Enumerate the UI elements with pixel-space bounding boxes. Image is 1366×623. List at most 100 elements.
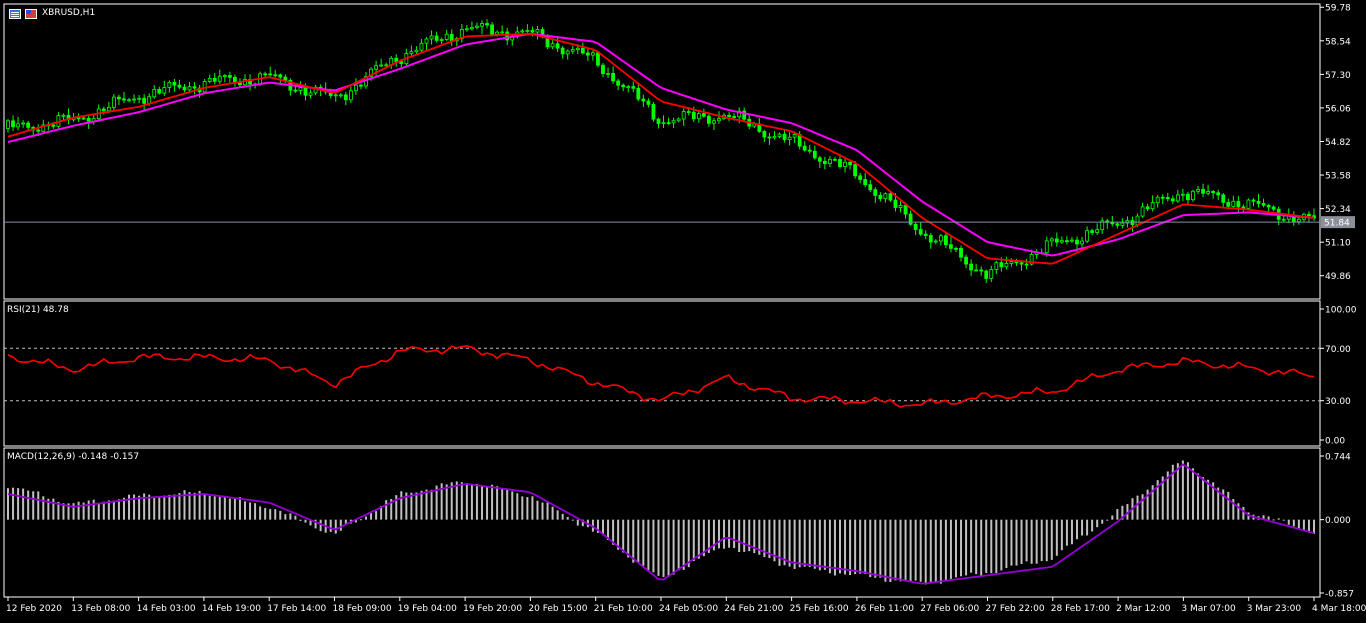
macd-bar	[178, 493, 181, 520]
macd-bar	[193, 492, 196, 520]
candle-body	[101, 108, 106, 112]
time-tick-label: 18 Feb 09:00	[333, 604, 392, 614]
macd-bar	[1186, 462, 1189, 520]
macd-bar	[657, 519, 660, 576]
chart-canvas[interactable]: 51.84 59.78 58.54 57.30 56.06 54.82 53.58 52.3…	[0, 0, 1366, 619]
macd-bar	[501, 488, 504, 520]
macd-bar	[163, 495, 166, 520]
macd-bar	[385, 500, 388, 520]
candle-body	[1266, 204, 1271, 208]
macd-bar	[833, 519, 836, 576]
macd-bar	[1020, 519, 1023, 564]
macd-bar	[642, 519, 645, 566]
candle-body	[666, 122, 671, 125]
macd-bar	[87, 500, 90, 520]
macd-bar	[1081, 519, 1084, 536]
macd-bar	[173, 494, 176, 520]
candle-body	[273, 74, 278, 77]
macd-bar	[37, 491, 40, 520]
macd-bar	[828, 519, 831, 574]
candle-body	[878, 194, 883, 200]
candle-body	[293, 89, 298, 92]
macd-bar	[243, 501, 246, 520]
candle-body	[485, 23, 489, 26]
macd-bar	[632, 519, 635, 563]
candle-body	[147, 96, 152, 104]
macd-bar	[970, 519, 973, 573]
macd-bar	[717, 519, 720, 549]
macd-bar	[223, 496, 226, 520]
candle-body	[1024, 263, 1029, 266]
candle-body	[152, 88, 157, 98]
candle-body	[359, 84, 363, 87]
chart-window[interactable]: 51.84 59.78 58.54 57.30 56.06 54.82 53.58 52.3…	[0, 0, 1366, 619]
candle-body	[1165, 197, 1170, 200]
candle-body	[651, 103, 656, 120]
macd-bar	[254, 503, 257, 520]
macd-bar	[1136, 495, 1139, 520]
candle-body	[701, 113, 706, 117]
macd-bar	[12, 487, 15, 520]
macd-bar	[475, 484, 478, 520]
candle-body	[51, 124, 56, 127]
macd-bar	[294, 515, 297, 520]
candle-body	[212, 77, 217, 82]
macd-bar	[97, 502, 100, 520]
macd-bar	[1030, 519, 1033, 564]
candle-body	[868, 184, 873, 191]
candle-body	[681, 111, 686, 120]
candle-body	[656, 118, 661, 124]
candle-body	[520, 30, 525, 33]
macd-bar	[370, 513, 373, 520]
candle-body	[81, 117, 86, 120]
candle-body	[964, 256, 968, 265]
macd-bar	[259, 506, 262, 520]
time-tick-label: 27 Feb 22:00	[986, 604, 1045, 614]
candle-body	[767, 136, 772, 139]
time-tick-label: 17 Feb 14:00	[267, 604, 326, 614]
candle-body	[384, 64, 389, 67]
macd-bar	[551, 506, 554, 520]
candle-body	[162, 87, 167, 94]
macd-bar	[1141, 494, 1144, 520]
macd-bar	[783, 519, 786, 566]
candle-body	[1090, 230, 1095, 233]
macd-bar	[491, 484, 494, 520]
macd-bar	[662, 519, 665, 577]
candle-body	[86, 117, 91, 122]
macd-bar	[480, 485, 483, 520]
candle-body	[192, 86, 197, 89]
candle-body	[979, 269, 984, 272]
macd-bar	[1040, 519, 1043, 562]
candle-body	[217, 75, 222, 82]
macd-bar	[1111, 515, 1114, 520]
macd-bar	[208, 495, 211, 520]
candle-body	[1004, 263, 1009, 268]
macd-bar	[1282, 519, 1285, 521]
macd-bar	[249, 502, 252, 520]
candle-body	[117, 96, 121, 100]
rsi-title: RSI(21) 48.78	[7, 305, 69, 315]
price-tick-label: 53.58	[1325, 172, 1351, 182]
candle-body	[182, 86, 187, 91]
current-price-label: 51.84	[1324, 219, 1350, 229]
macd-bar	[869, 519, 872, 578]
macd-bar	[42, 496, 45, 520]
macd-bar	[455, 481, 458, 520]
macd-bar	[546, 502, 549, 520]
candle-body	[11, 120, 15, 128]
candle-body	[1206, 191, 1211, 194]
macd-bar	[107, 500, 110, 520]
macd-bar	[521, 496, 524, 520]
macd-bar	[980, 519, 983, 576]
candle-body	[1175, 194, 1180, 202]
macd-bar	[27, 490, 30, 520]
candle-body	[233, 76, 237, 83]
macd-bar	[1191, 468, 1194, 520]
candle-body	[1160, 196, 1165, 199]
macd-bar	[682, 519, 685, 570]
macd-bar	[844, 519, 847, 575]
macd-bar	[904, 519, 907, 582]
candle-body	[727, 114, 731, 117]
candle-body	[1145, 206, 1150, 210]
